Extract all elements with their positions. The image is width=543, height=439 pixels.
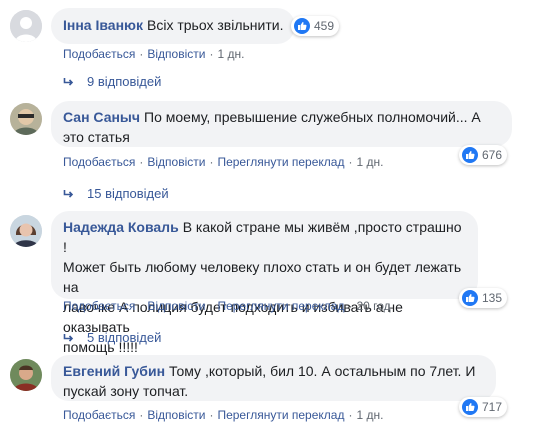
comment-text: пускай зону топчат. (63, 383, 189, 399)
reaction-number: 459 (314, 19, 335, 33)
comment-bubble: Сан Саныч По моему, превышение служебных … (51, 101, 512, 147)
comment-bubble: Надежда Коваль В какой стране мы живём ,п… (51, 211, 478, 355)
comment-text: Всіх трьох звільнити. (147, 17, 284, 33)
avatar-image (10, 215, 42, 247)
comment-bubble: Евгений Губин Тому ,который, бил 10. А ос… (51, 355, 496, 401)
view-replies-link[interactable]: 5 відповідей (63, 330, 161, 345)
reaction-count[interactable]: 717 (459, 397, 508, 417)
reaction-number: 676 (482, 148, 503, 162)
separator-dot: · (209, 408, 214, 422)
avatar[interactable] (10, 215, 42, 247)
like-link[interactable]: Подобається (63, 299, 135, 313)
separator-dot: · (209, 47, 214, 61)
reply-link[interactable]: Відповісти (147, 47, 205, 61)
replies-count: 9 відповідей (87, 74, 162, 89)
like-icon (462, 147, 478, 163)
reply-arrow-icon (63, 189, 74, 198)
reaction-number: 135 (482, 291, 503, 305)
like-link[interactable]: Подобається (63, 408, 135, 422)
separator-dot: · (139, 408, 144, 422)
see-translation-link[interactable]: Переглянути переклад (217, 299, 344, 313)
like-icon (462, 399, 478, 415)
separator-dot: · (139, 299, 144, 313)
comment-author[interactable]: Надежда Коваль (63, 219, 179, 235)
comment-text: По моему, превышение служебных полномочи… (144, 109, 481, 125)
reply-arrow-icon (63, 333, 74, 342)
timestamp[interactable]: 1 дн. (356, 155, 383, 169)
like-icon (462, 290, 478, 306)
comment-bubble: Інна Іванюк Всіх трьох звільнити. (51, 8, 296, 44)
timestamp[interactable]: 1 дн. (217, 47, 244, 61)
reply-link[interactable]: Відповісти (147, 408, 205, 422)
see-translation-link[interactable]: Переглянути переклад (217, 408, 344, 422)
timestamp[interactable]: 20 год (356, 299, 390, 313)
like-link[interactable]: Подобається (63, 155, 135, 169)
comment-text: Может быть любому человеку плохо стать и… (63, 259, 462, 295)
see-translation-link[interactable]: Переглянути переклад (217, 155, 344, 169)
reply-arrow-icon (63, 77, 74, 86)
avatar-image (10, 359, 42, 391)
timestamp[interactable]: 1 дн. (356, 408, 383, 422)
separator-dot: · (209, 155, 214, 169)
comment-author[interactable]: Сан Саныч (63, 109, 140, 125)
separator-dot: · (348, 299, 353, 313)
replies-count: 5 відповідей (87, 330, 162, 345)
reply-link[interactable]: Відповісти (147, 155, 205, 169)
separator-dot: · (139, 47, 144, 61)
separator-dot: · (348, 155, 353, 169)
separator-dot: · (348, 408, 353, 422)
avatar[interactable] (10, 103, 42, 135)
reaction-count[interactable]: 676 (459, 145, 508, 165)
reaction-count[interactable]: 135 (459, 288, 508, 308)
avatar[interactable] (10, 359, 42, 391)
replies-count: 15 відповідей (87, 186, 169, 201)
separator-dot: · (139, 155, 144, 169)
default-avatar-icon (10, 10, 42, 42)
comment-actions: Подобається · Відповісти · Переглянути перек… (63, 155, 383, 169)
like-icon (294, 18, 310, 34)
separator-dot: · (209, 299, 214, 313)
comment-author[interactable]: Інна Іванюк (63, 17, 143, 33)
like-link[interactable]: Подобається (63, 47, 135, 61)
avatar[interactable] (10, 10, 42, 42)
reply-link[interactable]: Відповісти (147, 299, 205, 313)
avatar-image (10, 103, 42, 135)
comment-text: Тому ,который, бил 10. А остальным по 7л… (169, 363, 476, 379)
comment-author[interactable]: Евгений Губин (63, 363, 165, 379)
comment-text: это статья (63, 129, 130, 145)
comment-actions: Подобається · Відповісти · Переглянути перек… (63, 299, 391, 313)
comment-actions: Подобається · Відповісти · 1 дн. (63, 47, 244, 61)
reaction-number: 717 (482, 400, 503, 414)
view-replies-link[interactable]: 15 відповідей (63, 186, 169, 201)
reaction-count[interactable]: 459 (291, 16, 340, 36)
comment-actions: Подобається · Відповісти · Переглянути перек… (63, 408, 383, 422)
view-replies-link[interactable]: 9 відповідей (63, 74, 161, 89)
